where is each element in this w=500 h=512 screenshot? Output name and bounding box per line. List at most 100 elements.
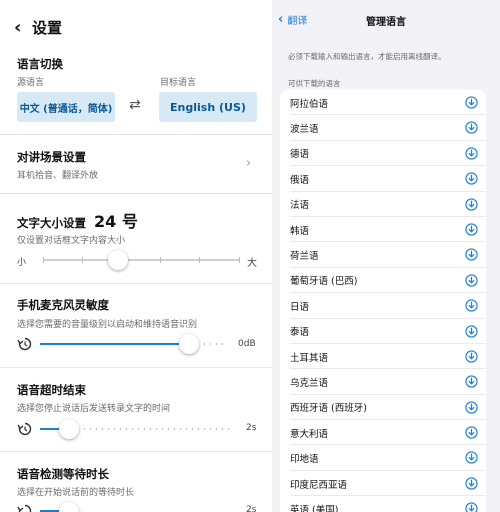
- language-label: 德语: [290, 149, 310, 161]
- divider: [0, 451, 272, 452]
- speech-timeout-title: 语音超时结束: [17, 383, 86, 397]
- intercom-subtitle: 耳机拾音、翻译外放: [17, 171, 99, 181]
- download-icon[interactable]: [465, 197, 478, 211]
- slider-tick: [82, 257, 83, 263]
- wait-duration-subtitle: 选择在开始说话前的等待时长: [17, 488, 135, 498]
- list-item[interactable]: 英语 (美国): [280, 496, 486, 512]
- mic-sensitivity-subtitle: 选择您需要的音量级别以启动和维持语音识别: [17, 320, 198, 330]
- slider-thumb[interactable]: [59, 502, 79, 512]
- download-icon[interactable]: [465, 324, 478, 338]
- wait-duration-value: 2s: [246, 505, 257, 512]
- slider-fill: [40, 343, 188, 345]
- list-item[interactable]: 土耳其语: [280, 344, 486, 370]
- list-item[interactable]: 德语: [280, 141, 486, 167]
- reset-icon[interactable]: [17, 421, 33, 437]
- back-chevron-icon[interactable]: ‹: [14, 17, 30, 38]
- speech-timeout-subtitle: 选择您停止说话后发送转录文字的时间: [17, 404, 171, 414]
- list-item[interactable]: 韩语: [280, 217, 486, 243]
- download-icon[interactable]: [465, 426, 478, 439]
- language-list: 阿拉伯语波兰语德语俄语法语韩语荷兰语葡萄牙语 (巴西) 日语泰语土耳其语乌克兰语西…: [280, 90, 486, 512]
- mic-sensitivity-value: 0dB: [238, 339, 256, 349]
- settings-panel: ‹ 设置 语言切换 源语言 目标语言 中文 (普通话，简体) ⇄ English…: [0, 0, 272, 512]
- download-icon[interactable]: [465, 375, 478, 388]
- language-label: 印度尼西亚语: [290, 479, 348, 491]
- divider: [0, 283, 272, 284]
- list-item[interactable]: 泰语: [280, 319, 486, 344]
- text-size-subtitle: 仅设置对话框文字内容大小: [17, 236, 126, 246]
- language-label: 荷兰语: [290, 251, 319, 263]
- slider-track: [198, 343, 228, 345]
- language-label: 葡萄牙语 (巴西): [290, 276, 358, 288]
- download-icon[interactable]: [465, 172, 478, 185]
- slider-tick: [199, 257, 200, 263]
- list-item[interactable]: 俄语: [280, 166, 486, 192]
- language-label: 泰语: [290, 327, 310, 339]
- language-label: 阿拉伯语: [290, 98, 329, 110]
- list-item[interactable]: 波兰语: [280, 115, 486, 141]
- text-size-title: 文字大小设置: [17, 216, 86, 230]
- source-language-label: 源语言: [17, 78, 45, 88]
- download-icon[interactable]: [465, 147, 478, 160]
- slider-thumb[interactable]: [108, 250, 128, 270]
- download-icon[interactable]: [465, 223, 478, 236]
- language-label: 英语 (美国): [290, 504, 339, 512]
- list-item[interactable]: 西班牙语 (西班牙): [280, 395, 486, 421]
- slider-thumb[interactable]: [59, 419, 79, 439]
- language-label: 意大利语: [290, 428, 329, 440]
- list-item[interactable]: 意大利语: [280, 420, 486, 446]
- settings-header: ‹ 设置: [14, 14, 62, 40]
- download-icon[interactable]: [465, 299, 478, 312]
- slider-tick: [43, 257, 44, 263]
- manage-languages-panel: ‹ 翻译 管理语言 必须下载输入和输出语言，才能启用离线翻译。 可供下载的语言 …: [272, 0, 500, 512]
- swap-arrows-icon[interactable]: ⇄: [129, 97, 141, 113]
- wait-duration-title: 语音检测等待时长: [17, 467, 109, 481]
- intercom-title: 对讲场景设置: [17, 150, 86, 164]
- list-item[interactable]: 法语: [280, 192, 486, 217]
- download-icon[interactable]: [465, 502, 478, 512]
- reset-icon[interactable]: [17, 336, 33, 352]
- chevron-right-icon: ›: [246, 156, 252, 171]
- offline-note: 必须下载输入和输出语言，才能启用离线翻译。: [288, 52, 446, 61]
- download-icon[interactable]: [465, 477, 478, 490]
- download-icon[interactable]: [465, 248, 478, 261]
- section-header: 可供下载的语言: [288, 79, 341, 88]
- language-label: 俄语: [290, 174, 310, 186]
- page-title: 设置: [32, 18, 63, 37]
- page-title: 管理语言: [366, 17, 406, 28]
- target-language-button[interactable]: English (US): [159, 92, 257, 122]
- list-item[interactable]: 阿拉伯语: [280, 90, 486, 116]
- text-size-value: 24 号: [94, 212, 138, 231]
- language-label: 土耳其语: [290, 352, 329, 364]
- list-item[interactable]: 荷兰语: [280, 242, 486, 268]
- download-icon[interactable]: [465, 274, 478, 287]
- download-icon[interactable]: [465, 350, 478, 363]
- speech-timeout-value: 2s: [246, 423, 257, 433]
- list-item[interactable]: 日语: [280, 293, 486, 319]
- language-label: 法语: [290, 200, 310, 212]
- list-item[interactable]: 印度尼西亚语: [280, 471, 486, 497]
- slider-track: [43, 259, 240, 261]
- language-label: 波兰语: [290, 124, 319, 136]
- download-icon[interactable]: [465, 451, 478, 465]
- list-item[interactable]: 葡萄牙语 (巴西): [280, 268, 486, 294]
- list-item[interactable]: 印地语: [280, 445, 486, 471]
- language-label: 日语: [290, 301, 310, 313]
- language-label: 乌克兰语: [290, 377, 329, 389]
- list-item[interactable]: 乌克兰语: [280, 369, 486, 395]
- slider-tick: [239, 257, 240, 263]
- language-switch-title: 语言切换: [17, 57, 63, 71]
- slider-thumb[interactable]: [179, 334, 199, 354]
- text-size-header: 文字大小设置 24 号: [17, 208, 138, 232]
- mic-sensitivity-title: 手机麦克风灵敏度: [17, 298, 109, 312]
- language-label: 西班牙语 (西班牙): [290, 403, 367, 415]
- target-language-label: 目标语言: [160, 78, 197, 88]
- download-icon[interactable]: [465, 96, 478, 109]
- reset-icon[interactable]: [17, 503, 33, 512]
- download-icon[interactable]: [465, 121, 478, 135]
- divider: [0, 367, 272, 368]
- slider-track: [78, 428, 230, 430]
- download-icon[interactable]: [465, 401, 478, 414]
- language-label: 韩语: [290, 225, 310, 237]
- divider: [0, 193, 272, 194]
- source-language-button[interactable]: 中文 (普通话，简体): [17, 92, 115, 122]
